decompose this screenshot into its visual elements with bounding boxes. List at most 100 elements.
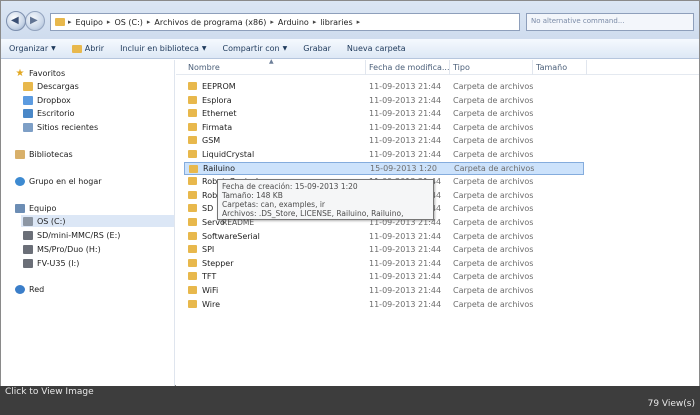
nav-libraries[interactable]: Bibliotecas [15,148,73,160]
burn-button[interactable]: Grabar [295,44,339,53]
file-name: EEPROM [202,82,236,91]
file-row[interactable]: Firmata 11-09-2013 21:44 Carpeta de archiv… [184,121,584,134]
navigation-pane: ★ Favoritos Descargas Dropbox Escritorio … [1,60,175,386]
forward-button[interactable]: ▶ [25,11,45,31]
include-library-button[interactable]: Incluir en biblioteca ▼ [112,44,214,53]
breadcrumb-arduino[interactable]: Arduino [275,18,312,27]
column-name[interactable]: Nombre [188,63,220,72]
file-type: Carpeta de archivos [453,122,534,132]
column-header-row: ▲ Nombre Fecha de modifica... Tipo Tamañ… [176,58,699,75]
share-button[interactable]: Compartir con ▼ [215,44,296,53]
file-row[interactable]: SoftwareSerial 11-09-2013 21:44 Carpeta de… [184,230,584,243]
file-date: 11-09-2013 21:44 [369,286,442,295]
nav-network-label: Red [29,284,45,294]
file-type: Carpeta de archivos [453,136,534,146]
file-type: Carpeta de archivos [453,218,534,227]
nav-recent[interactable]: Sitios recientes [23,121,98,133]
folder-icon [188,245,197,254]
nav-computer[interactable]: Equipo [15,202,56,214]
click-to-view-link[interactable]: Click to View Image [5,387,94,397]
folder-icon [188,82,197,90]
file-row[interactable]: GSM 11-09-2013 21:44 Carpeta de archivos [184,134,584,147]
column-divider[interactable] [532,60,533,75]
file-date: 11-09-2013 21:44 [369,299,442,309]
nav-desktop-label: Escritorio [37,108,75,118]
nav-libraries-label: Bibliotecas [29,149,73,159]
file-row[interactable]: Esplora 11-09-2013 21:44 Carpeta de archiv… [184,94,584,107]
file-date: 11-09-2013 21:44 [369,122,442,132]
usb-drive-icon [23,258,33,268]
desktop-icon [23,108,33,118]
address-bar[interactable]: ▸ Equipo ▸ OS (C:) ▸ Archivos de program… [50,13,520,31]
file-row[interactable]: TFT 11-09-2013 21:44 Carpeta de archivos [184,270,584,283]
column-type[interactable]: Tipo [453,63,470,72]
nav-computer-label: Equipo [29,203,57,213]
file-row[interactable]: WiFi 11-09-2013 21:44 Carpeta de archivos [184,284,584,297]
file-row[interactable]: Railuino 15-09-2013 1:20 Carpeta de archiv… [184,161,584,175]
column-date[interactable]: Fecha de modifica... [369,63,450,72]
dropdown-caret-icon: ▼ [282,45,288,52]
new-folder-button[interactable]: Nueva carpeta [339,44,414,53]
breadcrumb-os-c[interactable]: OS (C:) [111,18,145,27]
explorer-window: ◀ ▶ ▸ Equipo ▸ OS (C:) ▸ Archivos de pro… [0,0,700,386]
burn-label: Grabar [303,44,331,53]
folder-icon [189,164,198,173]
computer-icon [15,203,25,213]
column-divider[interactable] [365,60,366,75]
view-count: 79 View(s) [647,399,695,409]
file-name: SoftwareSerial [202,231,260,241]
file-type: Carpeta de archivos [454,163,535,173]
nav-favorites[interactable]: ★ Favoritos [15,67,66,79]
file-row[interactable]: EEPROM 11-09-2013 21:44 Carpeta de archivo… [184,80,584,93]
star-icon: ★ [15,67,25,79]
nav-os-drive[interactable]: OS (C:) [21,215,174,227]
folder-icon [188,272,197,281]
file-row[interactable]: SPI 11-09-2013 21:44 Carpeta de archivos [184,243,584,256]
file-row[interactable]: Stepper 11-09-2013 21:44 Carpeta de archiv… [184,257,584,270]
file-row[interactable]: Wire 11-09-2013 21:44 Carpeta de archivos [184,298,584,311]
file-name: Esplora [202,95,232,105]
file-type: Carpeta de archivos [453,286,534,295]
nav-dropbox-label: Dropbox [37,95,71,105]
file-type: Carpeta de archivos [453,272,534,282]
folder-icon [188,109,197,118]
nav-ms-drive[interactable]: MS/Pro/Duo (H:) [23,243,101,255]
nav-network[interactable]: Red [15,283,44,295]
file-type: Carpeta de archivos [453,150,534,159]
open-button[interactable]: Abrir [64,44,112,53]
removable-drive-icon [23,230,33,240]
breadcrumb-program-files[interactable]: Archivos de programa (x86) [151,18,269,27]
address-row: ◀ ▶ ▸ Equipo ▸ OS (C:) ▸ Archivos de pro… [1,1,699,39]
file-date: 15-09-2013 1:20 [370,163,437,173]
sort-ascending-icon: ▲ [269,58,274,65]
nav-homegroup[interactable]: Grupo en el hogar [15,175,102,187]
breadcrumb-equipo[interactable]: Equipo [73,18,106,27]
command-bar: Organizar ▼ Abrir Incluir en biblioteca ▼ … [1,39,699,59]
tooltip-size: Tamaño: 148 KB [222,191,283,200]
nav-downloads[interactable]: Descargas [23,80,79,92]
homegroup-icon [15,176,25,186]
column-divider[interactable] [449,60,450,75]
file-name: GSM [202,136,221,146]
tooltip-created: Fecha de creación: 15-09-2013 1:20 [222,182,358,191]
file-type: Carpeta de archivos [453,190,534,200]
file-date: 11-09-2013 21:44 [369,109,442,119]
folder-icon [188,231,197,240]
nav-desktop[interactable]: Escritorio [23,107,75,119]
column-size[interactable]: Tamaño [536,63,567,72]
file-type: Carpeta de archivos [453,245,534,255]
nav-sd-drive[interactable]: SD/mini-MMC/RS (E:) [23,229,120,241]
folder-icon [188,218,197,226]
file-name: Stepper [202,258,234,268]
search-input[interactable]: No alternative command... [526,13,694,31]
breadcrumb-libraries[interactable]: libraries [317,18,355,27]
organize-button[interactable]: Organizar ▼ [1,44,64,53]
file-row[interactable]: Ethernet 11-09-2013 21:44 Carpeta de archi… [184,107,584,120]
file-row[interactable]: LiquidCrystal 11-09-2013 21:44 Carpeta de … [184,148,584,161]
column-divider[interactable] [586,60,587,75]
folder-icon [55,18,65,26]
nav-dropbox[interactable]: Dropbox [23,94,71,106]
nav-fv-drive[interactable]: FV-U35 (I:) [23,257,79,269]
back-button[interactable]: ◀ [6,11,26,31]
forward-arrow-icon: ▶ [30,15,38,26]
